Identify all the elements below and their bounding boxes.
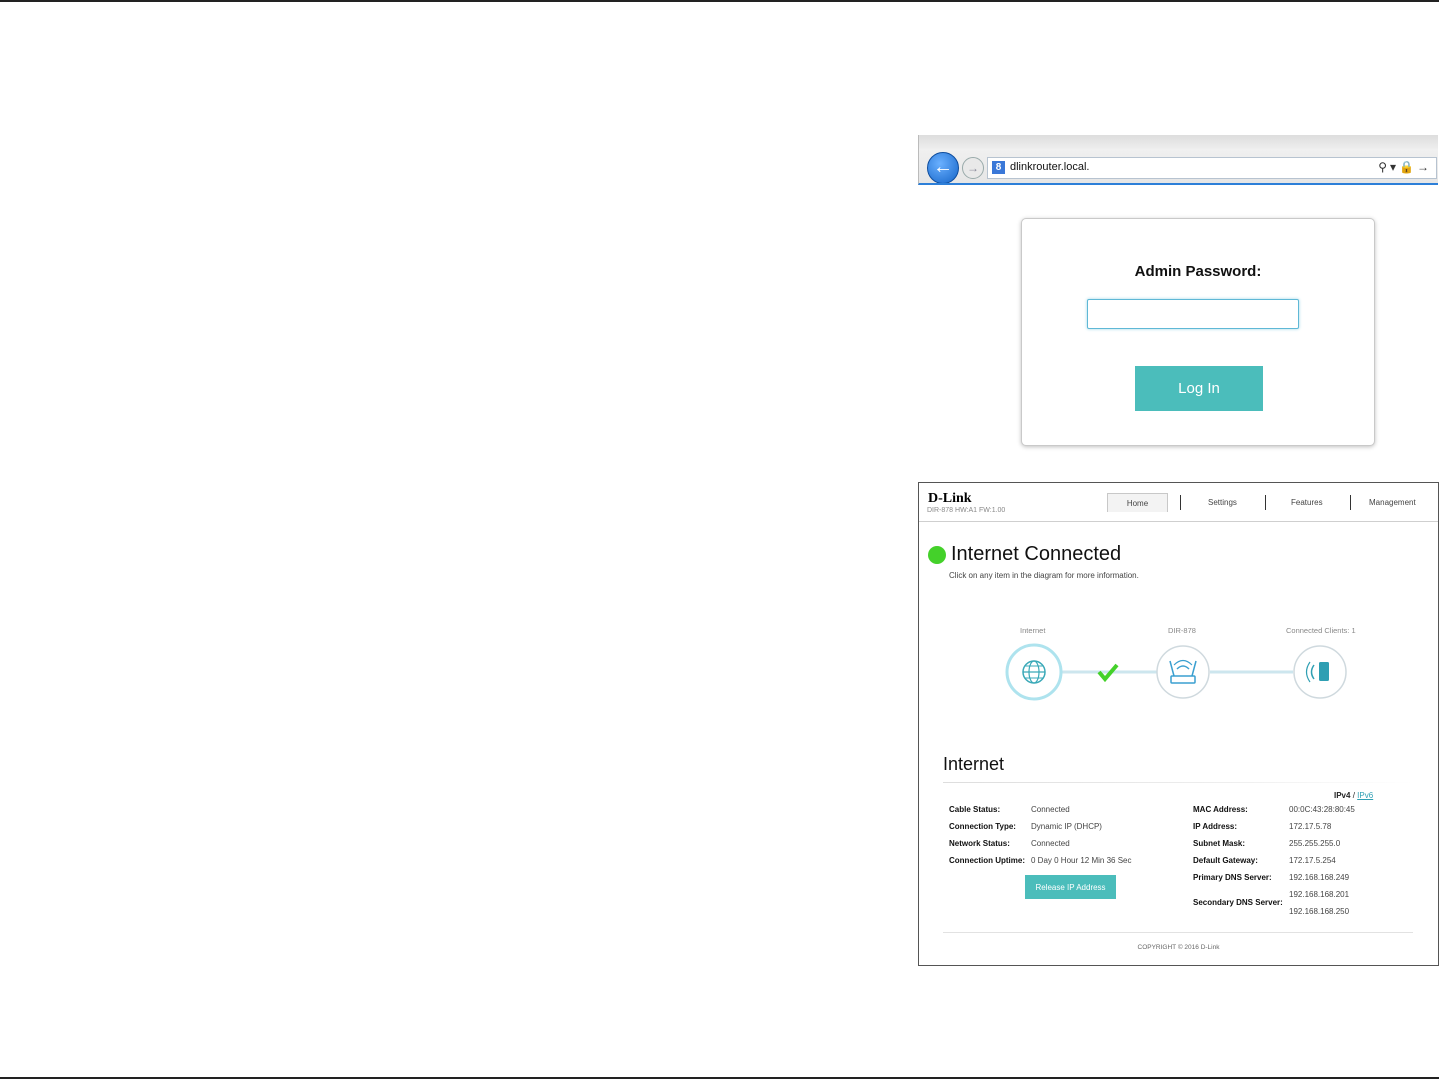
lock-icon: 🔒 (1399, 160, 1417, 174)
default-gateway-value: 172.17.5.254 (1289, 856, 1336, 865)
connection-uptime-label: Connection Uptime: (949, 856, 1025, 865)
admin-password-input[interactable] (1087, 299, 1299, 329)
primary-dns-value: 192.168.168.249 (1289, 873, 1350, 882)
router-icon[interactable] (1156, 645, 1210, 699)
secondary-dns-value: 192.168.168.201 (1289, 890, 1350, 899)
forward-arrow-icon[interactable]: → (962, 157, 984, 179)
default-gateway-label: Default Gateway: (1193, 856, 1258, 865)
secondary-dns-label: Secondary DNS Server: (1193, 898, 1283, 907)
router-home-page: D-Link DIR-878 HW:A1 FW:1.00 Home Settin… (918, 482, 1439, 966)
page-top-rule (0, 0, 1439, 2)
footer-divider (943, 932, 1413, 933)
mac-address-value: 00:0C:43:28:80:45 (1289, 805, 1355, 814)
connected-clients-icon[interactable] (1293, 645, 1347, 699)
browser-toolbar: ← → 8 dlinkrouter.local. ⚲▾🔒→ (918, 135, 1438, 185)
tab-strip (919, 135, 1438, 149)
copyright: COPYRIGHT © 2016 D-Link (1137, 944, 1220, 951)
release-ip-button[interactable]: Release IP Address (1025, 875, 1116, 899)
cable-status-label: Cable Status: (949, 805, 1001, 814)
network-status-value: Connected (1031, 839, 1070, 848)
cable-status-value: Connected (1031, 805, 1070, 814)
ipv4-tab[interactable]: IPv4 (1334, 791, 1350, 800)
network-diagram (1005, 643, 1347, 701)
network-status-label: Network Status: (949, 839, 1010, 848)
mac-address-label: MAC Address: (1193, 805, 1248, 814)
login-panel: Admin Password: Log In (1021, 218, 1375, 446)
primary-dns-label: Primary DNS Server: (1193, 873, 1272, 882)
section-divider (943, 782, 1413, 783)
search-icon[interactable]: ⚲ (1378, 160, 1390, 174)
admin-password-label: Admin Password: (1134, 263, 1262, 280)
back-arrow-icon[interactable]: ← (927, 152, 959, 183)
log-in-button[interactable]: Log In (1135, 366, 1263, 411)
ip-address-value: 172.17.5.78 (1289, 822, 1332, 831)
dropdown-icon[interactable]: ▾ (1390, 160, 1399, 174)
connection-uptime-value: 0 Day 0 Hour 12 Min 36 Sec (1031, 856, 1132, 865)
connection-type-label: Connection Type: (949, 822, 1016, 831)
go-arrow-icon[interactable]: → (1417, 160, 1432, 174)
internet-globe-icon[interactable] (1005, 643, 1063, 701)
secondary-dns-value-2: 192.168.168.250 (1289, 907, 1350, 916)
connection-type-value: Dynamic IP (DHCP) (1031, 822, 1102, 831)
ip-address-label: IP Address: (1193, 822, 1238, 831)
subnet-mask-label: Subnet Mask: (1193, 839, 1246, 848)
url-text: dlinkrouter.local. (1010, 161, 1090, 173)
address-bar[interactable]: 8 dlinkrouter.local. ⚲▾🔒→ (987, 157, 1437, 179)
internet-section-title: Internet (943, 754, 1005, 774)
ip-version-switch: IPv4 / IPv6 (1334, 791, 1373, 800)
ipv6-link[interactable]: IPv6 (1357, 791, 1373, 800)
favicon-icon: 8 (992, 161, 1005, 174)
page-bottom-rule (0, 1077, 1439, 1079)
ip-version-separator: / (1352, 791, 1355, 800)
subnet-mask-value: 255.255.255.0 (1289, 839, 1341, 848)
